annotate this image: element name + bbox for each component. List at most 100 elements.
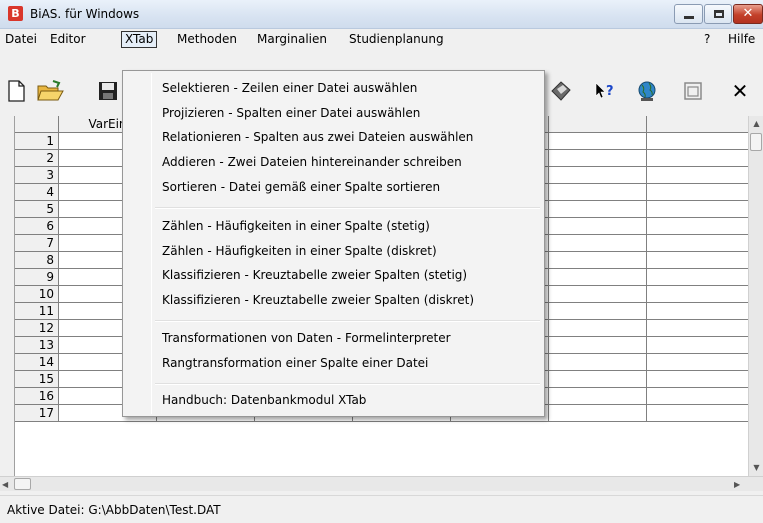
row-number[interactable]: 9 [15,269,59,285]
grid-cell[interactable] [647,405,748,421]
row-number[interactable]: 17 [15,405,59,421]
column-header[interactable] [647,116,748,133]
handbook-button[interactable] [549,79,573,103]
grid-cell[interactable] [549,354,647,370]
new-file-button[interactable] [5,79,29,103]
close-window-button[interactable]: ✕ [733,4,763,24]
new-file-icon [8,80,25,102]
grid-cell[interactable] [647,388,748,404]
menu-item-handbuch[interactable]: Handbuch: Datenbankmodul XTab [125,389,542,411]
grid-cell[interactable] [549,201,647,217]
internet-button[interactable] [635,79,659,103]
row-number[interactable]: 12 [15,320,59,336]
row-number[interactable]: 15 [15,371,59,387]
menu-item-selektieren[interactable]: Selektieren - Zeilen einer Datei auswähl… [125,77,542,99]
grid-cell[interactable] [647,286,748,302]
row-number[interactable]: 14 [15,354,59,370]
save-button[interactable] [97,79,119,103]
grid-cell[interactable] [549,320,647,336]
menu-methoden[interactable]: Methoden [174,31,240,48]
grid-cell[interactable] [647,235,748,251]
menu-studienplanung[interactable]: Studienplanung [346,31,447,48]
menu-bar: Datei Editor XTab Methoden Marginalien S… [0,29,763,49]
horizontal-scrollbar[interactable]: ◀ ▶ [0,476,763,491]
row-number[interactable]: 1 [15,133,59,149]
grid-cell[interactable] [549,388,647,404]
window-button[interactable] [681,79,705,103]
corner-header [15,116,59,133]
grid-cell[interactable] [647,337,748,353]
menu-item-klassifizieren-diskret[interactable]: Klassifizieren - Kreuztabelle zweier Spa… [125,289,542,311]
menu-datei[interactable]: Datei [2,31,40,48]
menu-item-sortieren[interactable]: Sortieren - Datei gemäß einer Spalte sor… [125,176,542,198]
grid-cell[interactable] [647,201,748,217]
maximize-button[interactable] [704,4,732,24]
grid-cell[interactable] [549,167,647,183]
row-number[interactable]: 10 [15,286,59,302]
grid-cell[interactable] [647,354,748,370]
save-disk-icon [99,82,117,100]
globe-icon [638,81,656,101]
grid-cell[interactable] [549,235,647,251]
scroll-left-arrow-icon[interactable]: ◀ [2,477,14,492]
scroll-down-arrow-icon[interactable]: ▼ [749,460,763,476]
grid-cell[interactable] [549,133,647,149]
grid-cell[interactable] [549,184,647,200]
menu-marginalien[interactable]: Marginalien [254,31,330,48]
context-help-button[interactable]: ? [593,79,617,103]
menu-hilfe[interactable]: Hilfe [725,31,758,48]
menu-item-transformationen[interactable]: Transformationen von Daten - Formelinter… [125,327,542,349]
grid-cell[interactable] [647,133,748,149]
open-file-button[interactable] [36,79,64,103]
scroll-up-arrow-icon[interactable]: ▲ [749,116,763,132]
menu-item-projizieren[interactable]: Projizieren - Spalten einer Datei auswäh… [125,102,542,124]
grid-cell[interactable] [549,337,647,353]
row-number[interactable]: 2 [15,150,59,166]
scroll-right-arrow-icon[interactable]: ▶ [734,477,746,492]
row-number[interactable]: 5 [15,201,59,217]
row-number[interactable]: 8 [15,252,59,268]
grid-cell[interactable] [647,320,748,336]
title-bar[interactable]: B BiAS. für Windows ✕ [0,0,763,29]
menu-help-question[interactable]: ? [701,31,713,48]
row-number[interactable]: 13 [15,337,59,353]
grid-cell[interactable] [549,286,647,302]
grid-cell[interactable] [647,252,748,268]
menu-item-klassifizieren-stetig[interactable]: Klassifizieren - Kreuztabelle zweier Spa… [125,264,542,286]
grid-cell[interactable] [647,167,748,183]
vertical-scroll-thumb[interactable] [750,133,762,151]
vertical-scrollbar[interactable]: ▲ ▼ [748,116,763,476]
grid-cell[interactable] [549,371,647,387]
row-number[interactable]: 7 [15,235,59,251]
menu-item-zaehlen-stetig[interactable]: Zählen - Häufigkeiten in einer Spalte (s… [125,215,542,237]
menu-item-addieren[interactable]: Addieren - Zwei Dateien hintereinander s… [125,151,542,173]
menu-xtab[interactable]: XTab [121,31,158,48]
menu-item-rangtransformation[interactable]: Rangtransformation einer Spalte einer Da… [125,352,542,374]
grid-cell[interactable] [549,252,647,268]
minimize-button[interactable] [674,4,703,24]
row-number[interactable]: 6 [15,218,59,234]
horizontal-scroll-thumb[interactable] [14,478,31,490]
close-file-button[interactable]: ✕ [728,79,752,103]
xtab-dropdown-menu: Selektieren - Zeilen einer Datei auswähl… [122,70,545,417]
grid-cell[interactable] [549,405,647,421]
grid-cell[interactable] [647,269,748,285]
row-number[interactable]: 11 [15,303,59,319]
menu-editor[interactable]: Editor [47,31,89,48]
grid-cell[interactable] [647,218,748,234]
menu-item-relationieren[interactable]: Relationieren - Spalten aus zwei Dateien… [125,126,542,148]
row-number[interactable]: 16 [15,388,59,404]
row-number[interactable]: 4 [15,184,59,200]
column-header[interactable] [549,116,647,133]
grid-cell[interactable] [549,269,647,285]
window-icon [684,82,702,100]
grid-cell[interactable] [647,303,748,319]
grid-cell[interactable] [549,150,647,166]
menu-item-zaehlen-diskret[interactable]: Zählen - Häufigkeiten in einer Spalte (d… [125,240,542,262]
grid-cell[interactable] [549,303,647,319]
grid-cell[interactable] [647,184,748,200]
row-number[interactable]: 3 [15,167,59,183]
grid-cell[interactable] [647,371,748,387]
grid-cell[interactable] [549,218,647,234]
grid-cell[interactable] [647,150,748,166]
